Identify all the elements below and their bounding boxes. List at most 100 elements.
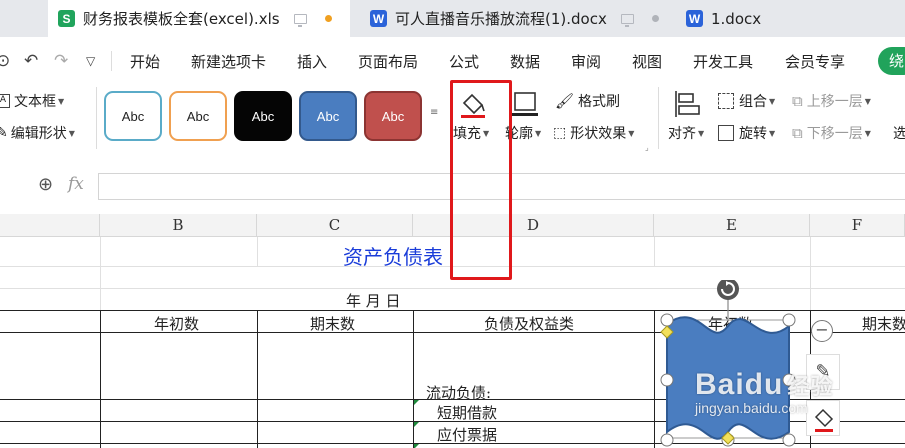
tab-xls[interactable]: S 财务报表模板全套(excel).xls xyxy=(48,0,350,37)
send-backward-button[interactable]: ⧉ 下移一层 ▼ xyxy=(792,123,871,143)
row-label[interactable]: 流动负债: xyxy=(426,382,491,403)
shape-style-2[interactable]: Abc xyxy=(169,91,227,141)
shape-style-4[interactable]: Abc xyxy=(299,91,357,141)
fx-icon[interactable]: fx xyxy=(68,174,84,194)
divider xyxy=(658,87,659,149)
tab-docx-1[interactable]: W 可人直播音乐播放流程(1).docx xyxy=(360,0,665,37)
row-label[interactable]: 短期借款 xyxy=(437,402,497,423)
table-border xyxy=(413,310,414,448)
word-file-icon: W xyxy=(686,10,703,27)
sheet-title[interactable]: 资产负债表 xyxy=(343,241,443,270)
baidu-watermark: Baidu 经验 jingyan.baidu.com xyxy=(695,368,833,416)
menu-start[interactable]: 开始 xyxy=(130,51,160,72)
bring-forward-button[interactable]: ⧉ 上移一层 ▼ xyxy=(792,91,871,111)
rotate-icon xyxy=(718,125,734,141)
collapse-icon[interactable]: − xyxy=(811,320,833,342)
shape-style-3[interactable]: Abc xyxy=(234,91,292,141)
table-border xyxy=(257,310,258,448)
menu-view[interactable]: 视图 xyxy=(632,51,662,72)
watermark-site: jingyan.baidu.com xyxy=(695,400,808,416)
tab-label: 可人直播音乐播放流程(1).docx xyxy=(395,10,607,28)
column-header-f[interactable]: F xyxy=(810,214,905,237)
bring-forward-label: 上移一层 xyxy=(806,94,863,110)
spreadsheet-file-icon: S xyxy=(58,10,75,27)
menu-new-tab[interactable]: 新建选项卡 xyxy=(191,51,266,72)
menu-bar: ⊙ ↶ ↷ ▽ 开始 新建选项卡 插入 页面布局 公式 数据 审阅 视图 开发工… xyxy=(0,37,905,83)
edit-shape-label: 编辑形状 xyxy=(10,126,67,142)
layer-up-icon: ⧉ xyxy=(792,92,803,110)
tab-bar: S 财务报表模板全套(excel).xls W 可人直播音乐播放流程(1).do… xyxy=(0,0,905,37)
col-line xyxy=(810,237,811,266)
header-cell[interactable]: 负债及权益类 xyxy=(484,313,574,334)
tab-label: 1.docx xyxy=(711,9,762,28)
word-file-icon: W xyxy=(370,10,387,27)
align-button[interactable]: 对齐 ▼ xyxy=(668,123,704,143)
header-cell[interactable]: 期末数 xyxy=(310,313,355,334)
select-pane-button[interactable]: 选 xyxy=(893,123,905,143)
textbox-label: 文本框 xyxy=(14,94,56,110)
shape-effects-label: 形状效果 xyxy=(570,126,627,142)
header-cell[interactable]: 年初数 xyxy=(154,313,199,334)
menu-data[interactable]: 数据 xyxy=(510,51,540,72)
zoom-icon[interactable]: ⊕ xyxy=(38,174,53,195)
table-border xyxy=(100,310,101,448)
monitor-icon[interactable] xyxy=(620,13,634,27)
error-indicator-icon xyxy=(414,400,419,405)
column-header-a[interactable] xyxy=(0,214,100,237)
monitor-icon[interactable] xyxy=(293,13,307,27)
tab-dot-icon xyxy=(651,15,659,22)
styles-more-icon[interactable]: ≡ xyxy=(430,107,438,118)
menu-formula[interactable]: 公式 xyxy=(449,51,479,72)
error-indicator-icon xyxy=(414,422,419,427)
error-indicator-icon xyxy=(414,444,419,448)
shape-effects-button[interactable]: ⬚ 形状效果 ▼ xyxy=(553,123,634,143)
dialog-launcher-icon[interactable]: ⌟ xyxy=(645,143,649,152)
tab-docx-2[interactable]: W 1.docx xyxy=(676,0,905,37)
watermark-brand: Baidu xyxy=(695,368,784,401)
group-label: 组合 xyxy=(739,94,767,110)
redo-icon[interactable]: ↷ xyxy=(54,51,68,71)
column-header-b[interactable]: B xyxy=(100,214,257,237)
column-header-e[interactable]: E xyxy=(654,214,810,237)
menu-page-layout[interactable]: 页面布局 xyxy=(358,51,418,72)
tab-label: 财务报表模板全套(excel).xls xyxy=(83,10,280,28)
rotate-button[interactable]: 旋转 ▼ xyxy=(718,123,775,143)
brush-icon: 🖌 xyxy=(555,92,575,110)
send-backward-label: 下移一层 xyxy=(806,126,863,142)
group-icon xyxy=(718,93,734,109)
menu-insert[interactable]: 插入 xyxy=(297,51,327,72)
edit-shape-button[interactable]: ✎ 编辑形状 ▼ xyxy=(0,123,75,143)
menu-member[interactable]: 会员专享 xyxy=(785,51,845,72)
col-line xyxy=(100,266,101,310)
row-label[interactable]: 应付票据 xyxy=(437,424,497,445)
search-icon[interactable]: ⊙ xyxy=(0,51,10,71)
menu-review[interactable]: 审阅 xyxy=(571,51,601,72)
shape-style-1[interactable]: Abc xyxy=(104,91,162,141)
watermark-suffix: 经验 xyxy=(787,374,834,399)
menu-developer[interactable]: 开发工具 xyxy=(693,51,753,72)
unsaved-dot-icon xyxy=(324,15,332,22)
format-painter-button[interactable]: 🖌 格式刷 xyxy=(555,91,620,111)
header-cell[interactable]: 期末数 xyxy=(862,313,905,334)
selected-wave-shape[interactable] xyxy=(660,278,800,448)
shape-style-5[interactable]: Abc xyxy=(364,91,422,141)
textbox-icon: A xyxy=(0,94,10,108)
col-line xyxy=(100,237,101,266)
layer-down-icon: ⧉ xyxy=(792,124,803,142)
date-cell[interactable]: 年 月 日 xyxy=(346,290,401,311)
highlight-annotation xyxy=(450,80,512,280)
group-button[interactable]: 组合 ▼ xyxy=(718,91,775,111)
chevron-down-icon[interactable]: ▽ xyxy=(86,54,95,68)
col-line xyxy=(810,266,811,310)
outline-icon[interactable] xyxy=(512,91,538,117)
col-line xyxy=(257,237,258,266)
divider xyxy=(111,51,112,71)
align-icon[interactable] xyxy=(672,89,702,119)
column-header-c[interactable]: C xyxy=(257,214,413,237)
textbox-button[interactable]: A 文本框 ▼ xyxy=(0,91,64,111)
rotate-label: 旋转 xyxy=(739,126,767,142)
col-line xyxy=(654,237,655,266)
edit-shape-icon: ✎ xyxy=(0,125,8,141)
undo-icon[interactable]: ↶ xyxy=(24,51,38,71)
drawing-tools-tab[interactable]: 绕 xyxy=(878,47,905,75)
